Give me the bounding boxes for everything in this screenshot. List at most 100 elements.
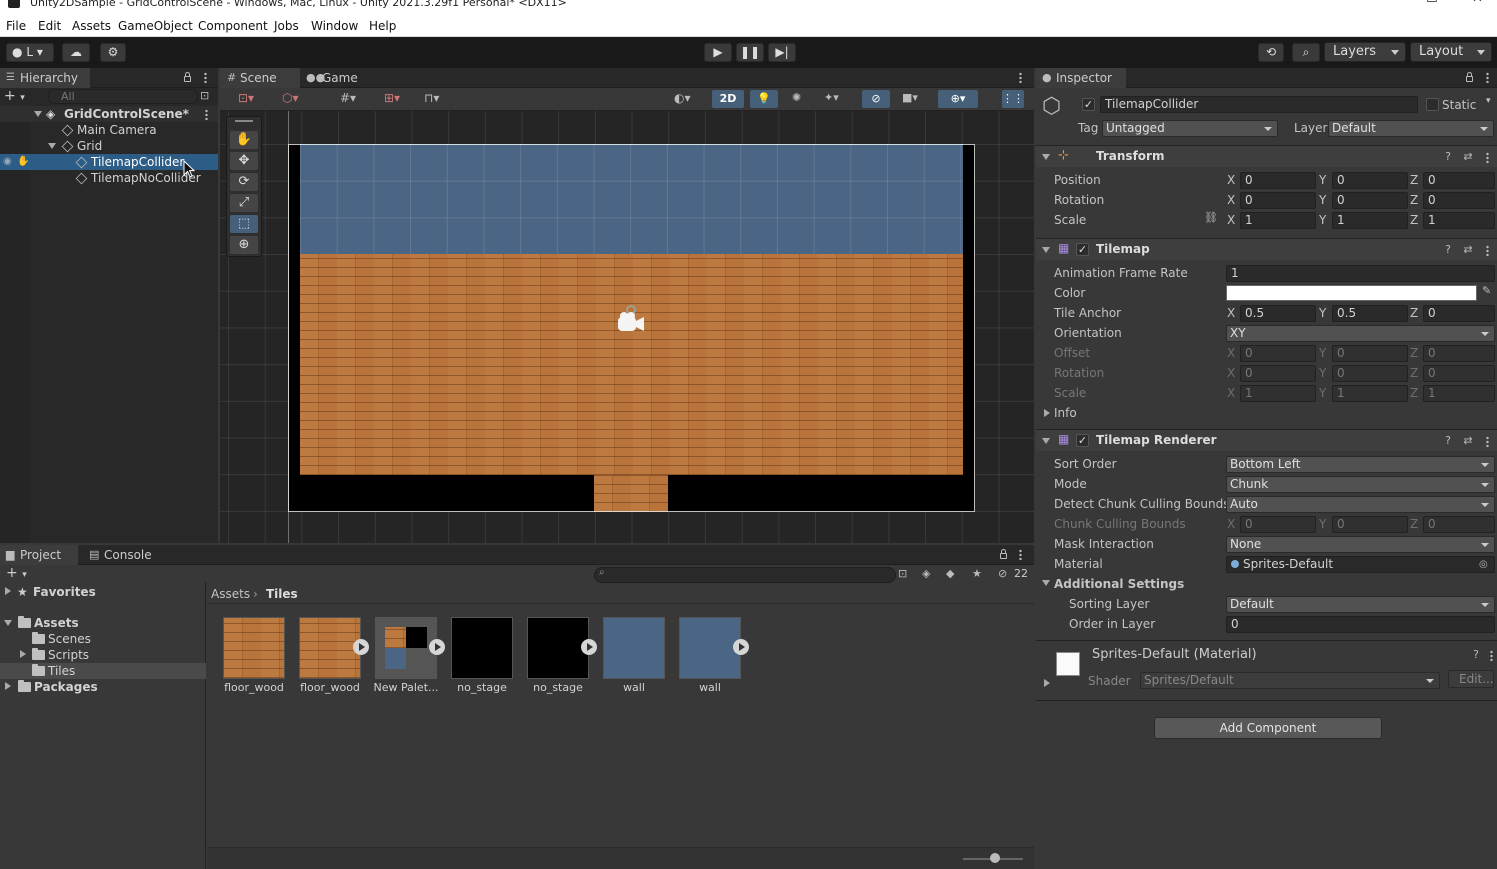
scene-row[interactable]: ◈ GridControlScene* xyxy=(0,106,218,122)
maximize-icon[interactable]: ☐ xyxy=(1426,0,1438,5)
search-by-type-icon[interactable]: ⊡ xyxy=(898,567,907,580)
sort-order-dropdown[interactable]: Bottom Left xyxy=(1226,456,1495,473)
more-icon[interactable] xyxy=(1486,436,1489,447)
pause-button[interactable]: ❚❚ xyxy=(736,43,764,62)
more-icon[interactable] xyxy=(1486,245,1489,256)
transform-tool-icon[interactable]: ⊕ xyxy=(230,236,258,254)
chevron-right-icon[interactable] xyxy=(20,650,26,658)
lighting-icon[interactable]: 💡 xyxy=(750,90,778,108)
toggle-2d-button[interactable]: 2D xyxy=(712,90,744,108)
hierarchy-item-main-camera[interactable]: Main Camera xyxy=(0,122,218,138)
history-button[interactable]: ⟲ xyxy=(1258,43,1284,62)
preset-icon[interactable]: ⇄ xyxy=(1462,435,1474,447)
transform-header[interactable]: ⊹ Transform ? ⇄ xyxy=(1036,145,1497,167)
eyedropper-icon[interactable]: ✎ xyxy=(1482,284,1491,297)
mask-interaction-dropdown[interactable]: None xyxy=(1226,536,1495,553)
play-button[interactable]: ▶ xyxy=(704,43,732,62)
renderer-enabled-checkbox[interactable]: ✓ xyxy=(1076,434,1089,447)
position-z-field[interactable]: 0 xyxy=(1423,172,1495,189)
account-button[interactable]: ● L ▾ xyxy=(6,43,54,62)
preset-icon[interactable]: ⇄ xyxy=(1462,244,1474,256)
chevron-right-icon[interactable] xyxy=(1044,409,1050,417)
create-asset-button[interactable]: + ▾ xyxy=(6,565,27,581)
more-icon[interactable] xyxy=(1490,650,1493,661)
pivot-icon[interactable]: ⬡▾ xyxy=(282,91,299,105)
chevron-down-icon[interactable] xyxy=(48,143,56,149)
add-component-button[interactable]: Add Component xyxy=(1154,717,1382,739)
mode-dropdown[interactable]: Chunk xyxy=(1226,476,1495,493)
breadcrumb-assets[interactable]: Assets xyxy=(211,587,250,601)
hierarchy-search-input[interactable]: All xyxy=(48,89,198,104)
help-icon[interactable]: ? xyxy=(1470,649,1482,661)
tab-scene[interactable]: # Scene xyxy=(220,68,300,88)
tilemap-renderer-header[interactable]: ▦ ✓ Tilemap Renderer ? ⇄ xyxy=(1036,429,1497,451)
scale-tool-icon[interactable]: ⤢ xyxy=(230,194,258,212)
scene-more-icon[interactable] xyxy=(205,109,208,120)
chevron-down-icon[interactable] xyxy=(1042,247,1050,253)
menu-window[interactable]: Window xyxy=(311,19,358,33)
asset-no-stage[interactable]: no_stage xyxy=(451,617,515,695)
menu-help[interactable]: Help xyxy=(369,19,396,33)
more-icon[interactable] xyxy=(1019,549,1022,560)
layout-dropdown[interactable]: Layout xyxy=(1410,42,1492,62)
material-field[interactable]: Sprites-Default ◎ xyxy=(1226,556,1495,573)
detect-culling-dropdown[interactable]: Auto xyxy=(1226,496,1495,513)
chevron-right-icon[interactable] xyxy=(1044,679,1050,687)
filter-type-icon[interactable]: ◈ xyxy=(922,567,930,580)
expand-asset-icon[interactable] xyxy=(353,639,369,655)
tab-game[interactable]: ●● Game xyxy=(302,68,372,88)
hidden-packages-icon[interactable]: ⊘ xyxy=(998,567,1007,580)
lock-icon[interactable] xyxy=(1000,549,1007,559)
visibility-eye-icon[interactable]: ◉ xyxy=(3,154,12,170)
breadcrumb-tiles[interactable]: Tiles xyxy=(266,587,298,601)
object-picker-icon[interactable]: ◎ xyxy=(1479,557,1488,572)
tab-console[interactable]: ▤ Console xyxy=(84,545,164,565)
additional-settings-foldout[interactable]: Additional Settings xyxy=(1054,575,1184,593)
sorting-layer-dropdown[interactable]: Default xyxy=(1226,596,1495,613)
more-icon[interactable] xyxy=(1019,72,1022,83)
chevron-down-icon[interactable] xyxy=(1042,438,1050,444)
tag-dropdown[interactable]: Untagged xyxy=(1102,120,1278,137)
expand-asset-icon[interactable] xyxy=(429,639,445,655)
favorite-star-icon[interactable]: ★ xyxy=(972,567,982,580)
layer-dropdown[interactable]: Default xyxy=(1328,120,1494,137)
effects-icon[interactable]: ✦▾ xyxy=(824,91,839,104)
gizmo-tool-icon[interactable]: ⊡▾ xyxy=(238,91,254,105)
asset-no-stage-sprite[interactable]: no_stage xyxy=(527,617,597,695)
static-checkbox[interactable] xyxy=(1426,98,1439,111)
color-swatch[interactable] xyxy=(1226,285,1477,301)
asset-floor-wood-sprite[interactable]: floor_wood xyxy=(299,617,369,695)
help-icon[interactable]: ? xyxy=(1442,244,1454,256)
menu-gameobject[interactable]: GameObject xyxy=(118,19,193,33)
scale-x-field[interactable]: 1 xyxy=(1240,212,1316,229)
tab-inspector[interactable]: ● Inspector xyxy=(1036,68,1126,88)
add-object-button[interactable]: + ▾ xyxy=(4,89,34,105)
overlay-grid-icon[interactable]: ⋮⋮ xyxy=(1002,90,1024,108)
tab-hierarchy[interactable]: ☰ Hierarchy xyxy=(0,68,90,88)
order-in-layer-field[interactable]: 0 xyxy=(1226,616,1495,633)
zoom-slider-thumb[interactable] xyxy=(990,853,1000,863)
folder-scripts[interactable]: Scripts xyxy=(0,647,206,663)
expand-asset-icon[interactable] xyxy=(581,639,597,655)
gizmos-icon[interactable]: ⊕▾ xyxy=(938,90,978,108)
tilemap-header[interactable]: ▦ ✓ Tilemap ? ⇄ xyxy=(1036,238,1497,260)
hierarchy-item-grid[interactable]: Grid xyxy=(0,138,218,154)
constrain-proportions-icon[interactable]: ⛓ xyxy=(1204,211,1218,224)
favorites-row[interactable]: ★ Favorites xyxy=(0,584,206,600)
camera-icon[interactable]: ■▾ xyxy=(902,91,918,104)
preset-icon[interactable]: ⇄ xyxy=(1462,151,1474,163)
menu-assets[interactable]: Assets xyxy=(72,19,111,33)
animation-frame-rate-field[interactable]: 1 xyxy=(1226,265,1495,282)
info-foldout[interactable]: Info xyxy=(1054,404,1077,422)
chevron-down-icon[interactable] xyxy=(4,620,12,626)
more-icon[interactable] xyxy=(1486,152,1489,163)
label-icon[interactable]: ◆ xyxy=(946,567,954,580)
scale-z-field[interactable]: 1 xyxy=(1423,212,1495,229)
tile-anchor-z-field[interactable]: 0 xyxy=(1423,305,1495,322)
move-tool-icon[interactable]: ✥ xyxy=(230,152,258,170)
lock-icon[interactable] xyxy=(1466,72,1473,82)
cloud-button[interactable]: ☁ xyxy=(62,43,90,62)
chevron-down-icon[interactable] xyxy=(34,111,42,117)
position-x-field[interactable]: 0 xyxy=(1240,172,1316,189)
rotate-tool-icon[interactable]: ⟳ xyxy=(230,173,258,191)
